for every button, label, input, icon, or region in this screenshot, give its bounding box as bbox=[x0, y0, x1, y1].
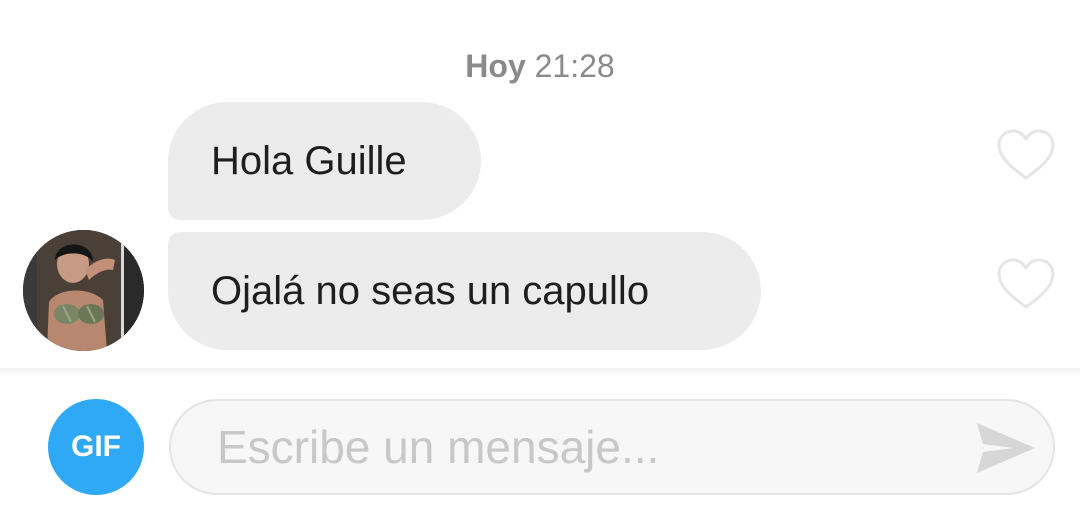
message-bubble[interactable]: Hola Guille bbox=[168, 102, 481, 220]
message-input[interactable] bbox=[217, 415, 937, 479]
heart-outline-icon[interactable] bbox=[996, 257, 1056, 311]
chat-screen: Hoy 21:28 Hola Guille Ojalá no seas un c… bbox=[0, 0, 1080, 515]
message-timestamp: Hoy 21:28 bbox=[0, 48, 1080, 85]
timestamp-day: Hoy bbox=[465, 48, 526, 84]
send-icon[interactable] bbox=[973, 419, 1039, 477]
avatar[interactable] bbox=[23, 230, 144, 351]
avatar-photo bbox=[23, 230, 144, 351]
composer-divider bbox=[0, 368, 1080, 376]
timestamp-time: 21:28 bbox=[534, 48, 615, 84]
heart-outline-icon[interactable] bbox=[996, 128, 1056, 182]
gif-button[interactable]: GIF bbox=[48, 399, 144, 495]
message-bubble[interactable]: Ojalá no seas un capullo bbox=[168, 232, 761, 350]
message-input-container[interactable] bbox=[169, 399, 1055, 495]
